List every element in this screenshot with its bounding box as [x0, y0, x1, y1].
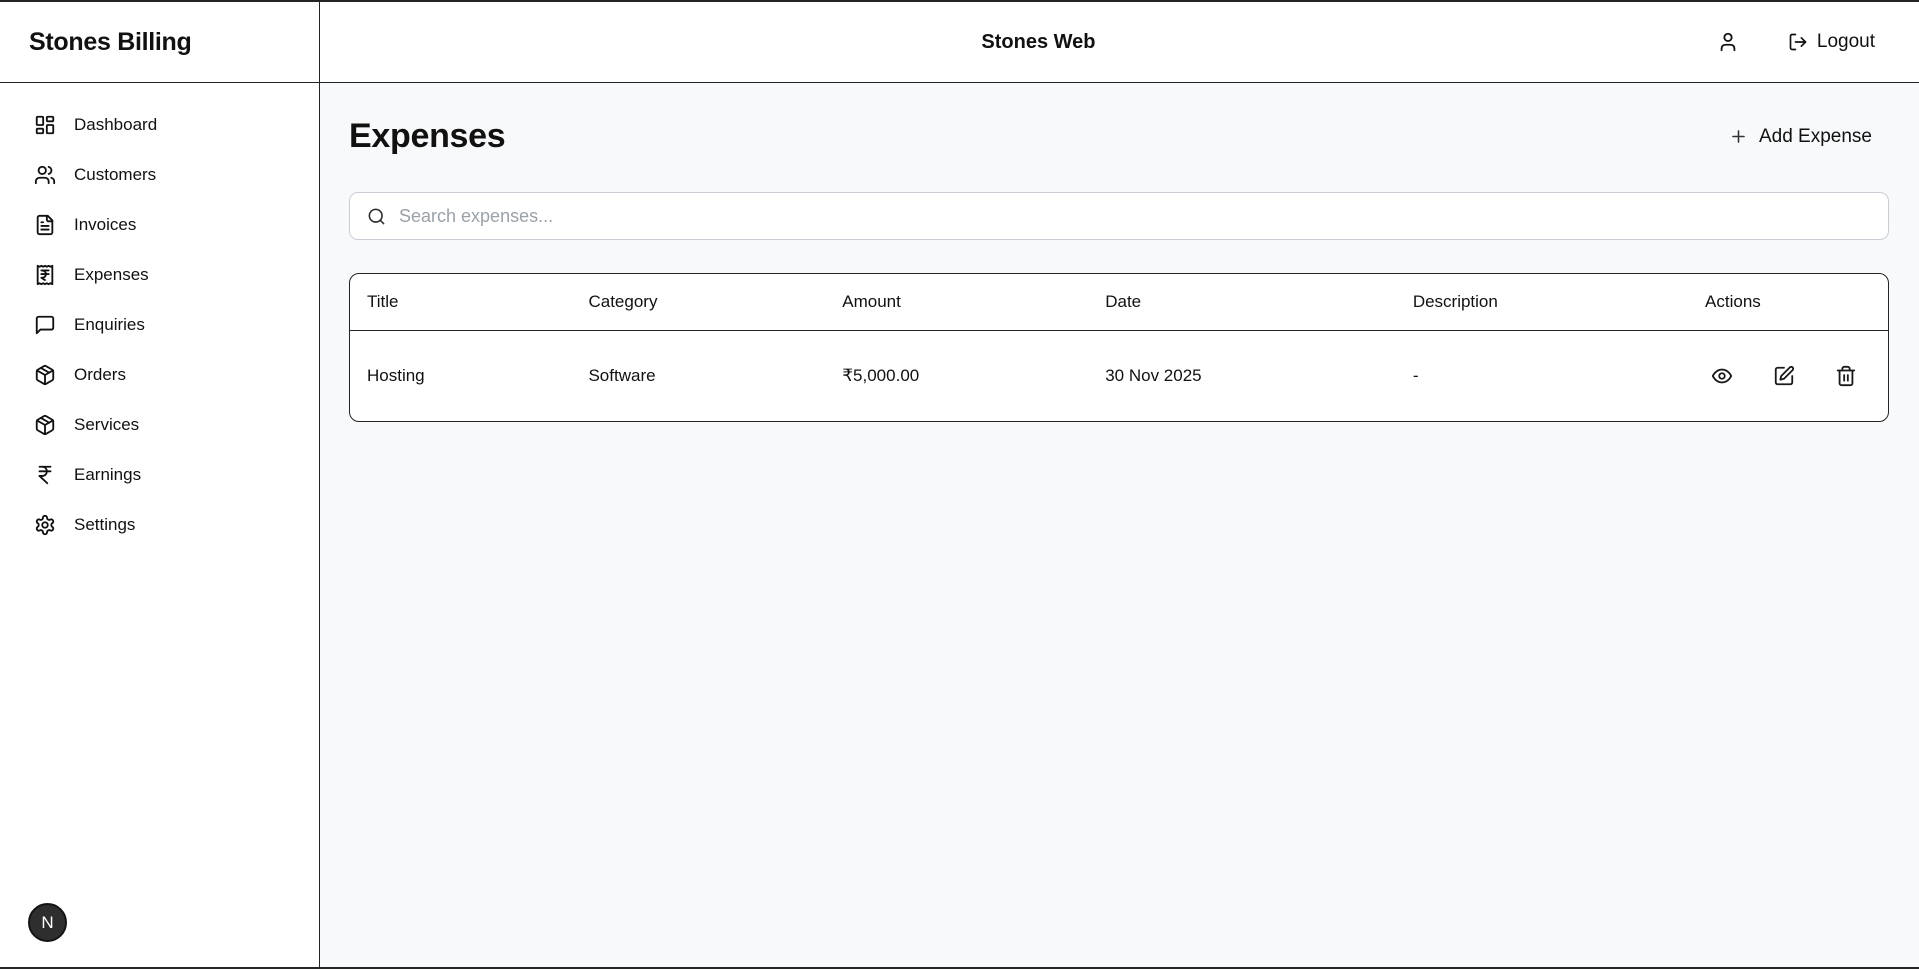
- dashboard-icon: [34, 114, 56, 136]
- sidebar-item-invoices[interactable]: Invoices: [0, 200, 319, 250]
- sidebar-item-label: Services: [74, 415, 140, 434]
- sidebar-item-settings[interactable]: Settings: [0, 500, 319, 550]
- sidebar-item-label: Earnings: [74, 465, 142, 484]
- page-content: Expenses Add Expense Title Category Amount…: [320, 83, 1919, 422]
- delete-button[interactable]: [1835, 365, 1857, 387]
- main-area: Stones Web Logout Expenses Add Expense S…: [320, 2, 1919, 967]
- row-actions: [1705, 365, 1888, 387]
- add-expense-label: Add Expense: [1758, 125, 1872, 147]
- package-icon: [34, 364, 56, 386]
- column-header-title: Title: [367, 291, 399, 311]
- search-bar: [349, 192, 1889, 240]
- app-logo-text: Stones Billing: [29, 27, 192, 56]
- sidebar-item-dashboard[interactable]: Dashboard: [0, 100, 319, 150]
- gear-icon: [34, 514, 56, 536]
- users-icon: [34, 164, 56, 186]
- trash-icon: [1835, 365, 1857, 387]
- file-text-icon: [34, 214, 56, 236]
- table-header: Title Category Amount Date Description Action…: [350, 274, 1888, 330]
- plus-icon: [1729, 127, 1748, 146]
- sidebar-item-label: Settings: [74, 515, 136, 534]
- user-avatar[interactable]: N: [28, 903, 67, 942]
- sidebar-nav: Dashboard Customers Invoices Expenses Enquir…: [0, 83, 319, 550]
- logout-button[interactable]: Logout: [1788, 31, 1875, 53]
- search-input[interactable]: [399, 205, 1872, 227]
- rupee-icon: [34, 464, 56, 486]
- sidebar-item-earnings[interactable]: Earnings: [0, 450, 319, 500]
- sidebar-item-label: Expenses: [74, 265, 149, 284]
- cell-title: Hosting: [367, 365, 425, 385]
- sidebar-item-enquiries[interactable]: Enquiries: [0, 300, 319, 350]
- expenses-table: Title Category Amount Date Description Action…: [350, 274, 1888, 421]
- logout-label: Logout: [1816, 31, 1875, 52]
- column-header-amount: Amount: [842, 291, 901, 311]
- sidebar-item-label: Invoices: [74, 215, 137, 234]
- sidebar-header: Stones Billing: [0, 2, 319, 83]
- sidebar-item-expenses[interactable]: Expenses: [0, 250, 319, 300]
- cell-amount: ₹5,000.00: [842, 365, 920, 385]
- receipt-rupee-icon: [34, 264, 56, 286]
- sidebar-item-label: Dashboard: [74, 115, 158, 134]
- actions-cell: [1688, 330, 1888, 421]
- cell-date: 30 Nov 2025: [1105, 365, 1202, 385]
- top-header: Stones Web Logout: [320, 2, 1919, 83]
- edit-button[interactable]: [1773, 365, 1795, 387]
- sidebar-item-services[interactable]: Services: [0, 400, 319, 450]
- column-header-actions: Actions: [1705, 291, 1761, 311]
- column-header-category: Category: [588, 291, 658, 311]
- cell-category: Software: [588, 365, 656, 385]
- column-header-description: Description: [1412, 291, 1498, 311]
- square-pen-icon: [1773, 365, 1795, 387]
- table-body: Hosting Software ₹5,000.00 30 Nov 2025 -: [350, 330, 1888, 421]
- package-icon: [34, 414, 56, 436]
- page-title: Expenses: [349, 117, 506, 155]
- sidebar-item-label: Orders: [74, 365, 126, 384]
- header-controls: Logout: [1717, 31, 1919, 53]
- eye-icon: [1711, 365, 1733, 387]
- view-button[interactable]: [1711, 365, 1733, 387]
- logout-icon: [1788, 32, 1808, 52]
- add-expense-button[interactable]: Add Expense: [1729, 126, 1889, 148]
- sidebar-item-customers[interactable]: Customers: [0, 150, 319, 200]
- table-header-row: Title Category Amount Date Description Action…: [350, 274, 1888, 330]
- message-square-icon: [34, 314, 56, 336]
- page-header-row: Expenses Add Expense: [349, 117, 1889, 156]
- sidebar-item-orders[interactable]: Orders: [0, 350, 319, 400]
- sidebar-item-label: Enquiries: [74, 315, 145, 334]
- column-header-date: Date: [1105, 291, 1142, 311]
- user-icon[interactable]: [1717, 31, 1739, 53]
- cell-description: -: [1412, 365, 1419, 385]
- sidebar-item-label: Customers: [74, 165, 157, 184]
- sidebar: Stones Billing Dashboard Customers Invoice…: [0, 2, 320, 967]
- expenses-table-card: Title Category Amount Date Description Action…: [349, 273, 1889, 422]
- search-icon: [367, 207, 386, 226]
- table-row: Hosting Software ₹5,000.00 30 Nov 2025 -: [350, 330, 1888, 421]
- avatar-initial: N: [41, 912, 54, 932]
- app-window: Stones Billing Dashboard Customers Invoice…: [0, 0, 1919, 969]
- header-title: Stones Web: [981, 30, 1096, 53]
